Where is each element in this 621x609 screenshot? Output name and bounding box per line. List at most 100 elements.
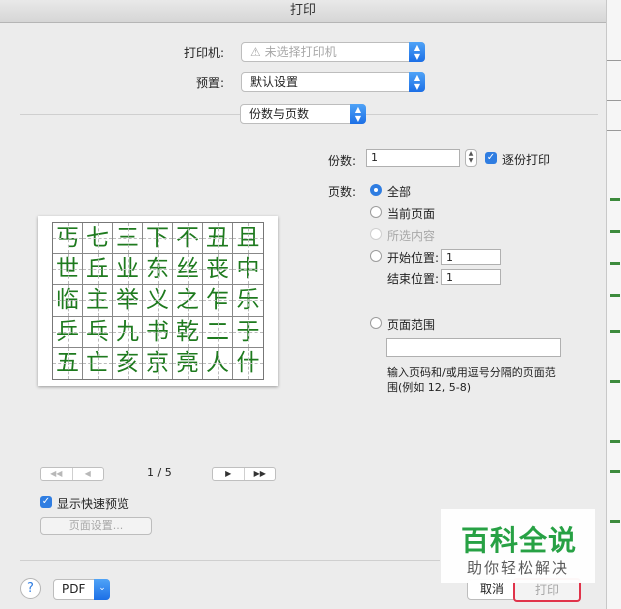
divider-left <box>20 114 240 115</box>
preview-grid: 丐七三下不丑且世丘业东丝丧中临主举义之乍乐乒乓九书乾二于五亡亥京亮人什 <box>52 222 264 380</box>
preview-glyph: 之 <box>173 285 203 316</box>
edge-mark <box>610 230 620 233</box>
pdf-label: PDF <box>62 582 86 596</box>
pages-from-radio[interactable] <box>370 250 382 262</box>
watermark-slogan: 助你轻松解决 <box>467 559 570 577</box>
copies-field[interactable]: 1 <box>366 149 460 167</box>
preview-row: 乒乓九书乾二于 <box>53 316 263 348</box>
preview-glyph: 乒 <box>53 316 83 347</box>
preview-glyph: 乐 <box>233 285 263 316</box>
edge-mark <box>610 440 620 443</box>
popup-arrows-icon: ▲ ▼ <box>409 72 425 92</box>
quick-preview-label: 显示快速预览 <box>57 497 130 511</box>
prev-page-icon: ◀ <box>71 468 104 480</box>
preview-glyph: 于 <box>233 316 263 347</box>
copies-stepper[interactable]: ▲ ▼ <box>465 149 477 167</box>
prev-nav-group: ◀◀ ◀ <box>40 467 104 481</box>
footer-divider <box>20 560 440 561</box>
watermark-brand: 百科全说 <box>461 524 578 557</box>
printer-popup[interactable]: ⚠ 未选择打印机 ▲ ▼ <box>241 42 425 62</box>
preview-glyph: 义 <box>143 285 173 316</box>
edge-mark <box>610 198 620 201</box>
edge-tick <box>607 100 621 101</box>
preview-glyph: 中 <box>233 254 263 285</box>
first-page-icon: ◀◀ <box>50 469 63 478</box>
preview-glyph: 临 <box>53 285 83 316</box>
pages-range-hint-1: 输入页码和/或用逗号分隔的页面范 <box>387 366 556 379</box>
pages-current-radio[interactable] <box>370 206 382 218</box>
preview-glyph: 书 <box>143 316 173 347</box>
page-preview: 丐七三下不丑且世丘业东丝丧中临主举义之乍乐乒乓九书乾二于五亡亥京亮人什 <box>38 216 278 386</box>
pages-selection-label: 所选内容 <box>387 229 436 243</box>
preview-glyph: 亮 <box>173 347 203 380</box>
pages-range-label: 页面范围 <box>387 318 436 332</box>
edge-mark <box>610 294 620 297</box>
preview-glyph: 举 <box>113 285 143 316</box>
help-button[interactable]: ? <box>20 578 41 599</box>
pages-from-field[interactable]: 1 <box>441 249 501 265</box>
edge-mark <box>610 380 620 383</box>
preview-glyph: 九 <box>113 316 143 347</box>
preview-row: 世丘业东丝丧中 <box>53 254 263 286</box>
preview-glyph: 不 <box>173 223 203 254</box>
last-page-icon[interactable]: ▶▶ <box>243 468 276 480</box>
pages-label: 页数: <box>327 185 356 199</box>
edge-mark <box>610 330 620 333</box>
preview-glyph: 五 <box>53 347 83 380</box>
pdf-menu-button[interactable]: PDF ⌄ <box>53 579 110 600</box>
pages-range-field[interactable] <box>386 338 561 357</box>
next-nav-group[interactable]: ▶ ▶▶ <box>212 467 276 481</box>
preview-glyph: 丝 <box>173 254 203 285</box>
window-title: 打印 <box>0 0 606 23</box>
print-dialog: 打印 打印机: ⚠ 未选择打印机 ▲ ▼ 预置: 默认设置 ▲ ▼ 份数与页数 ▲ ▼… <box>0 0 606 609</box>
preview-glyph: 什 <box>233 347 263 380</box>
section-popup[interactable]: 份数与页数 ▲ ▼ <box>240 104 366 124</box>
section-value: 份数与页数 <box>249 107 310 121</box>
preview-row: 丐七三下不丑且 <box>53 223 263 255</box>
collate-checkbox[interactable]: ✓ <box>485 152 497 164</box>
preview-glyph: 亡 <box>83 347 113 380</box>
preview-row: 五亡亥京亮人什 <box>53 347 263 380</box>
preview-glyph: 乓 <box>83 316 113 347</box>
pages-from-label: 开始位置: <box>387 251 440 265</box>
popup-arrows-icon: ▲ ▼ <box>409 42 425 62</box>
edge-mark <box>610 262 620 265</box>
presets-label: 预置: <box>195 76 224 90</box>
pages-all-label: 全部 <box>387 185 412 199</box>
pages-range-hint-2: 围(例如 12, 5-8) <box>387 381 472 394</box>
pages-selection-radio <box>370 228 382 240</box>
quick-preview-checkbox[interactable]: ✓ <box>40 496 52 508</box>
edge-mark <box>610 520 620 523</box>
preview-glyph: 东 <box>143 254 173 285</box>
presets-value: 默认设置 <box>250 75 299 89</box>
preview-glyph: 乍 <box>203 285 233 316</box>
watermark-logo: 百科全说 助你轻松解决 <box>441 509 595 583</box>
popup-arrows-icon: ▲ ▼ <box>350 104 366 124</box>
preview-glyph: 丘 <box>83 254 113 285</box>
preview-glyph: 世 <box>53 254 83 285</box>
pages-current-label: 当前页面 <box>387 207 436 221</box>
pages-to-label: 结束位置: <box>387 272 440 286</box>
pages-all-radio[interactable] <box>370 184 382 196</box>
preview-glyph: 三 <box>113 223 143 254</box>
preview-glyph: 七 <box>83 223 113 254</box>
edge-tick <box>607 60 621 61</box>
preview-glyph: 丑 <box>203 223 233 254</box>
preview-glyph: 且 <box>233 223 263 254</box>
preview-glyph: 下 <box>143 223 173 254</box>
preview-glyph: 京 <box>143 347 173 380</box>
next-page-icon[interactable]: ▶ <box>213 468 244 480</box>
pages-to-field[interactable]: 1 <box>441 269 501 285</box>
divider-right <box>366 114 598 115</box>
background-document-edge <box>606 0 621 609</box>
preview-glyph: 人 <box>203 347 233 380</box>
edge-mark <box>610 470 620 473</box>
page-indicator: 1 / 5 <box>147 466 172 479</box>
pages-range-radio[interactable] <box>370 317 382 329</box>
presets-popup[interactable]: 默认设置 ▲ ▼ <box>241 72 425 92</box>
preview-glyph: 丧 <box>203 254 233 285</box>
preview-glyph: 主 <box>83 285 113 316</box>
preview-glyph: 亥 <box>113 347 143 380</box>
preview-glyph: 业 <box>113 254 143 285</box>
page-setup-button: 页面设置... <box>40 517 152 535</box>
